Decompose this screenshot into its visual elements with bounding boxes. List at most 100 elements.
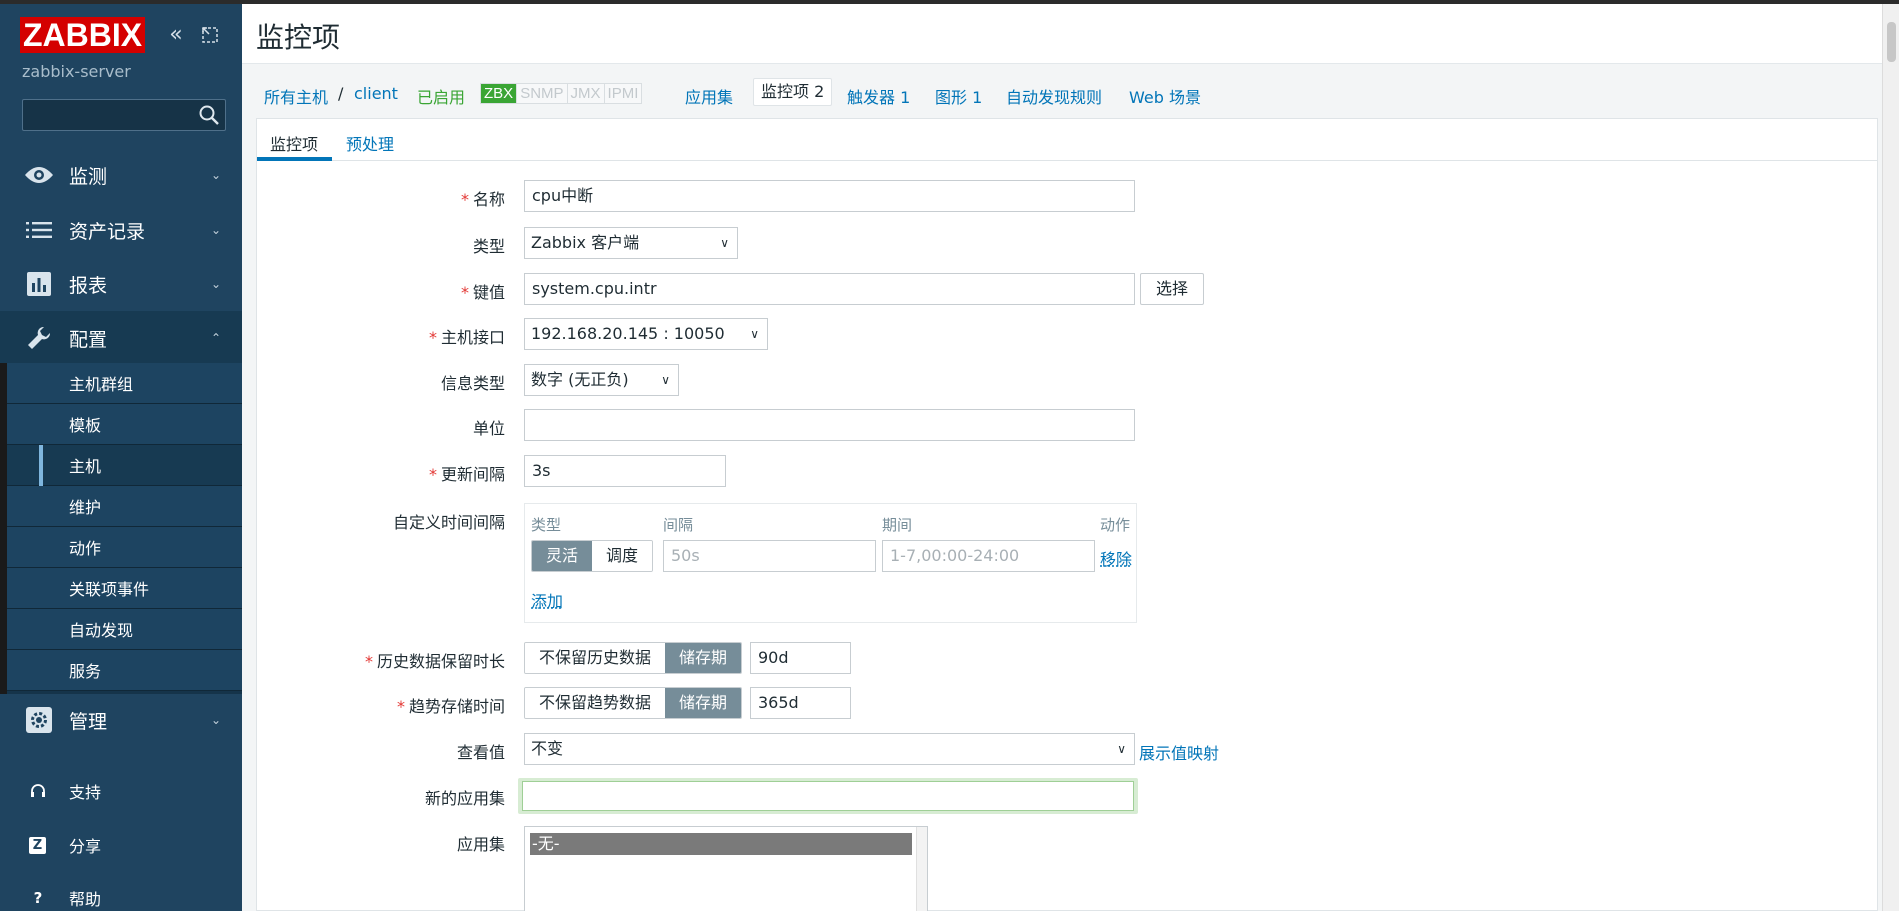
- type-select[interactable]: Zabbix 客户端 ∨: [524, 227, 738, 259]
- new-application-focus-ring: [518, 778, 1138, 814]
- name-input[interactable]: cpu中断: [524, 180, 1135, 212]
- trends-no-keep-option[interactable]: 不保留趋势数据: [525, 688, 666, 718]
- chevron-down-icon: ⌄: [211, 713, 222, 727]
- chevron-up-icon: ⌃: [211, 331, 222, 345]
- menu-reports-label: 报表: [69, 274, 108, 297]
- update-interval-label: * 更新间隔: [285, 461, 505, 485]
- show-value-mappings-link[interactable]: 展示值映射: [1139, 740, 1219, 764]
- required-marker: *: [460, 190, 469, 209]
- bar-chart-icon: [24, 269, 54, 299]
- help-link[interactable]: ? 帮助: [0, 878, 242, 911]
- submenu-hosts[interactable]: 主机: [7, 445, 242, 486]
- zabbix-logo[interactable]: ZABBIX: [20, 16, 146, 53]
- page-header: 监控项: [242, 4, 1882, 64]
- host-interface-select[interactable]: 192.168.20.145 : 10050 ∨: [524, 318, 768, 350]
- custom-intervals-table: 类型 间隔 期间 动作 灵活 调度 50s 1-7,00:00-24:00 移除…: [524, 503, 1137, 623]
- type-label: 类型: [472, 237, 505, 256]
- ipmi-badge: IPMI: [604, 84, 642, 103]
- custom-col-period: 期间: [882, 516, 913, 534]
- applications-option-none[interactable]: -无-: [530, 833, 912, 855]
- server-name: zabbix-server: [22, 62, 131, 81]
- menu-administration[interactable]: 管理 ⌄: [0, 693, 242, 747]
- sidebar-search-input[interactable]: [22, 99, 226, 131]
- host-interface-label: * 主机接口: [285, 324, 505, 348]
- trends-toggle: 不保留趋势数据 储存期: [524, 687, 743, 719]
- submenu-maintenance[interactable]: 维护: [7, 486, 242, 527]
- menu-inventory[interactable]: 资产记录 ⌄: [0, 203, 242, 257]
- breadcrumb-all-hosts[interactable]: 所有主机: [264, 84, 328, 108]
- submenu-templates[interactable]: 模板: [7, 404, 242, 445]
- scrollbar-thumb[interactable]: [1887, 22, 1896, 62]
- update-interval-input[interactable]: 3s: [524, 455, 726, 487]
- valuemap-select[interactable]: 不变 ∨: [524, 733, 1135, 765]
- headset-icon: [28, 781, 48, 801]
- nav-web-scenarios[interactable]: Web 场景: [1129, 84, 1201, 108]
- menu-configuration-label: 配置: [69, 328, 108, 351]
- chevron-down-icon: ⌄: [211, 277, 222, 291]
- add-interval-link[interactable]: 添加: [531, 588, 563, 612]
- menu-monitoring[interactable]: 监测 ⌄: [0, 148, 242, 202]
- share-link[interactable]: Z 分享: [0, 825, 242, 865]
- units-input[interactable]: [524, 409, 1135, 441]
- chevron-down-icon: ∨: [1117, 742, 1126, 756]
- history-period-input[interactable]: 90d: [750, 642, 851, 674]
- tab-preprocessing[interactable]: 预处理: [346, 131, 394, 155]
- key-select-button[interactable]: 选择: [1140, 273, 1204, 305]
- applications-listbox[interactable]: -无-: [524, 826, 928, 911]
- flexible-option[interactable]: 灵活: [532, 541, 593, 571]
- info-type-label: 信息类型: [440, 374, 505, 393]
- info-type-select[interactable]: 数字 (无正负) ∨: [524, 364, 679, 396]
- units-label: 单位: [472, 419, 505, 438]
- tab-item[interactable]: 监控项: [270, 131, 318, 155]
- host-status-enabled[interactable]: 已启用: [417, 84, 465, 108]
- help-icon: ?: [33, 889, 43, 907]
- share-icon: Z: [29, 836, 46, 854]
- nav-discovery-rules[interactable]: 自动发现规则: [1006, 84, 1102, 108]
- nav-triggers[interactable]: 触发器 1: [847, 84, 910, 108]
- collapse-sidebar-icon[interactable]: «: [163, 22, 189, 48]
- submenu-actions[interactable]: 动作: [7, 527, 242, 568]
- nav-applications[interactable]: 应用集: [685, 84, 733, 108]
- listbox-scrollbar[interactable]: [916, 827, 927, 911]
- custom-interval-input[interactable]: 50s: [663, 540, 876, 572]
- menu-reports[interactable]: 报表 ⌄: [0, 257, 242, 311]
- eye-icon: [24, 160, 54, 190]
- submenu-services[interactable]: 服务: [7, 650, 242, 691]
- key-input[interactable]: system.cpu.intr: [524, 273, 1135, 305]
- required-marker: *: [460, 283, 469, 302]
- item-form-panel: 监控项 预处理 * 名称 cpu中断 类型 Zabbix 客户端 ∨ * 键值 sys…: [256, 118, 1878, 911]
- page-scrollbar[interactable]: [1882, 4, 1899, 911]
- kiosk-mode-icon[interactable]: [197, 22, 223, 48]
- trends-label-text: 趋势存储时间: [408, 697, 505, 716]
- nav-graphs[interactable]: 图形 1: [935, 84, 982, 108]
- submenu-event-correlation[interactable]: 关联项事件: [7, 568, 242, 609]
- support-link[interactable]: 支持: [0, 771, 242, 811]
- host-interface-value: 192.168.20.145 : 10050: [531, 324, 725, 343]
- nav-items[interactable]: 监控项 2: [753, 78, 833, 106]
- search-icon[interactable]: [197, 103, 221, 127]
- custom-period-input[interactable]: 1-7,00:00-24:00: [882, 540, 1095, 572]
- custom-col-action: 动作: [1100, 516, 1131, 534]
- scheduling-option[interactable]: 调度: [592, 541, 653, 571]
- availability-indicators: ZBX SNMP JMX IPMI: [480, 83, 643, 104]
- trends-period-input[interactable]: 365d: [750, 687, 851, 719]
- breadcrumb-separator: /: [338, 84, 344, 103]
- trends-storage-option[interactable]: 储存期: [665, 688, 742, 718]
- applications-label: 应用集: [456, 835, 505, 854]
- history-storage-option[interactable]: 储存期: [665, 643, 742, 673]
- submenu-host-groups[interactable]: 主机群组: [7, 363, 242, 404]
- list-icon: [24, 215, 54, 245]
- breadcrumb-host[interactable]: client: [354, 84, 398, 103]
- menu-configuration[interactable]: 配置 ⌃: [0, 311, 242, 365]
- submenu-label: 主机: [69, 457, 102, 476]
- chevron-down-icon: ⌄: [211, 168, 222, 182]
- submenu-label: 动作: [69, 539, 102, 558]
- new-application-input[interactable]: [522, 781, 1134, 811]
- menu-inventory-label: 资产记录: [69, 220, 146, 243]
- logo-text: ZABBIX: [23, 16, 143, 53]
- remove-interval-link[interactable]: 移除: [1100, 546, 1132, 570]
- history-toggle: 不保留历史数据 储存期: [524, 642, 743, 674]
- history-no-keep-option[interactable]: 不保留历史数据: [525, 643, 666, 673]
- submenu-discovery[interactable]: 自动发现: [7, 609, 242, 650]
- active-tab-underline: [257, 157, 332, 161]
